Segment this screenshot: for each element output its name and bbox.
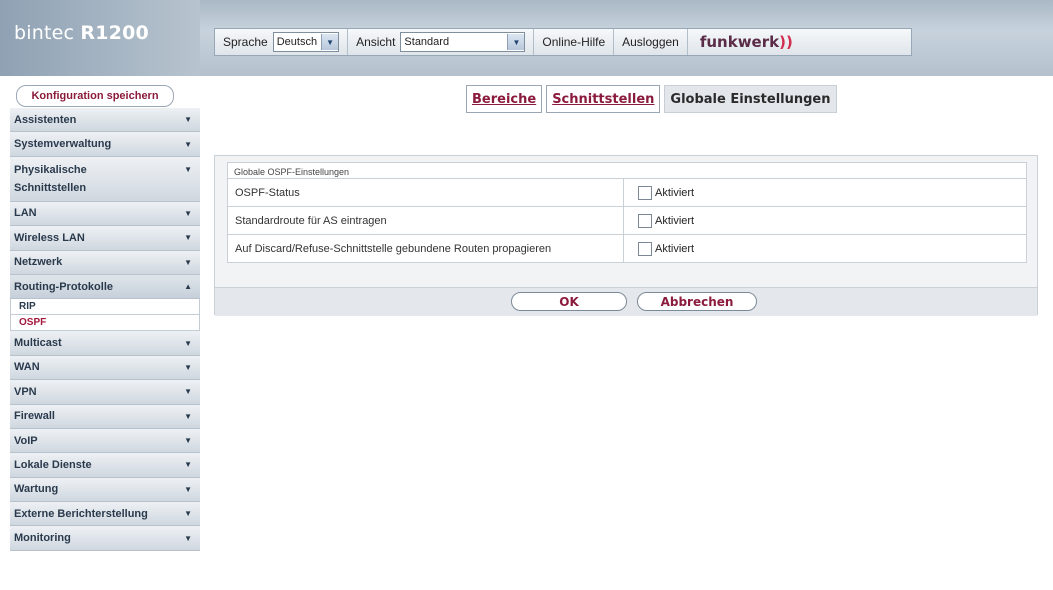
sidebar-item-wartung[interactable]: Wartung ▼ xyxy=(10,477,200,503)
checkbox-label: Aktiviert xyxy=(655,242,695,255)
tab-globale-einstellungen[interactable]: Globale Einstellungen xyxy=(664,85,837,113)
checkbox-label: Aktiviert xyxy=(655,214,695,227)
sidebar-item-monitoring[interactable]: Monitoring ▼ xyxy=(10,526,200,551)
sidebar-item-assistenten[interactable]: Assistenten ▼ xyxy=(10,108,200,133)
logo-waves-icon: )) xyxy=(779,33,793,51)
sidebar-item-label: Wireless LAN xyxy=(14,231,85,244)
sidebar-item-label: Systemverwaltung xyxy=(14,138,112,151)
caret-down-icon: ▼ xyxy=(184,257,192,267)
sidebar-item-label: Firewall xyxy=(14,410,55,423)
sidebar-item-label: Lokale Dienste xyxy=(14,458,92,471)
tab-bereiche[interactable]: Bereiche xyxy=(466,85,543,113)
caret-down-icon: ▼ xyxy=(184,208,192,218)
sidebar-item-label: Netzwerk xyxy=(14,256,63,269)
view-select-value: Standard xyxy=(404,36,450,48)
save-configuration-button[interactable]: Konfiguration speichern xyxy=(16,85,174,107)
header-bar: bintec R1200 Sprache Deutsch ▼ Ansicht S… xyxy=(0,0,1053,76)
settings-table: OSPF-Status Aktiviert Standardroute für … xyxy=(227,179,1027,263)
caret-up-icon: ▲ xyxy=(184,282,192,292)
sidebar-item-lan[interactable]: LAN ▼ xyxy=(10,201,200,227)
online-help-link[interactable]: Online-Hilfe xyxy=(534,29,615,55)
sidebar-item-netzwerk[interactable]: Netzwerk ▼ xyxy=(10,250,200,275)
view-select[interactable]: Standard ▼ xyxy=(400,32,526,52)
sidebar-item-wireless-lan[interactable]: Wireless LAN ▼ xyxy=(10,226,200,251)
view-selector: Ansicht Standard ▼ xyxy=(348,29,535,55)
row-label: Auf Discard/Refuse-Schnittstelle gebunde… xyxy=(228,235,624,262)
view-label: Ansicht xyxy=(356,35,396,49)
top-toolbar: Sprache Deutsch ▼ Ansicht Standard ▼ Onl… xyxy=(214,28,912,56)
sidebar-item-voip[interactable]: VoIP ▼ xyxy=(10,428,200,454)
propagate-routes-checkbox[interactable] xyxy=(638,241,652,256)
table-row: Auf Discard/Refuse-Schnittstelle gebunde… xyxy=(227,235,1027,263)
sidebar-item-systemverwaltung[interactable]: Systemverwaltung ▼ xyxy=(10,132,200,157)
sidebar-item-routing-protokolle[interactable]: Routing-Protokolle ▲ xyxy=(10,274,200,300)
sidebar-item-multicast[interactable]: Multicast ▼ xyxy=(10,331,200,356)
section-title: Globale OSPF-Einstellungen xyxy=(227,162,1027,179)
sidebar-item-label: LAN xyxy=(14,207,37,220)
sidebar-item-label: Monitoring xyxy=(14,532,71,545)
caret-down-icon: ▼ xyxy=(184,362,192,372)
table-row: OSPF-Status Aktiviert xyxy=(227,179,1027,207)
default-route-checkbox[interactable] xyxy=(638,213,652,228)
row-label: Standardroute für AS eintragen xyxy=(228,207,624,234)
logout-link[interactable]: Ausloggen xyxy=(614,29,688,55)
caret-down-icon: ▼ xyxy=(184,164,192,174)
caret-down-icon: ▼ xyxy=(184,115,192,125)
sidebar-item-label: Physikalische Schnittstellen xyxy=(14,163,87,194)
tab-bar: Bereiche Schnittstellen Globale Einstell… xyxy=(466,85,837,113)
brand-model: R1200 xyxy=(80,22,149,44)
sidebar-item-label: Routing-Protokolle xyxy=(14,280,113,293)
caret-down-icon: ▼ xyxy=(184,484,192,494)
caret-down-icon: ▼ xyxy=(184,509,192,519)
caret-down-icon: ▼ xyxy=(184,460,192,470)
form-footer: OK Abbrechen xyxy=(215,287,1037,316)
funkwerk-logo: funkwerk)) xyxy=(688,33,793,51)
sidebar-item-label: Assistenten xyxy=(14,113,77,126)
ospf-status-checkbox[interactable] xyxy=(638,185,652,200)
default-route-toggle[interactable]: Aktiviert xyxy=(624,207,694,234)
propagate-routes-toggle[interactable]: Aktiviert xyxy=(624,235,694,262)
tab-schnittstellen[interactable]: Schnittstellen xyxy=(546,85,661,113)
settings-panel: Globale OSPF-Einstellungen OSPF-Status A… xyxy=(214,155,1038,316)
sidebar-item-label: WAN xyxy=(14,361,40,374)
sidebar-subitem-rip[interactable]: RIP xyxy=(10,299,200,316)
caret-down-icon: ▼ xyxy=(184,139,192,149)
chevron-down-icon: ▼ xyxy=(321,34,339,50)
brand-prefix: bintec xyxy=(14,22,75,44)
language-selector: Sprache Deutsch ▼ xyxy=(215,29,349,55)
sidebar-item-label: VPN xyxy=(14,385,37,398)
sidebar-item-physikalische-schnittstellen[interactable]: Physikalische Schnittstellen ▼ xyxy=(10,156,200,202)
sidebar-item-label: VoIP xyxy=(14,434,38,447)
sidebar-item-label: Wartung xyxy=(14,483,59,496)
language-select[interactable]: Deutsch ▼ xyxy=(272,32,340,52)
cancel-button[interactable]: Abbrechen xyxy=(637,292,757,311)
caret-down-icon: ▼ xyxy=(184,233,192,243)
language-select-value: Deutsch xyxy=(276,36,318,48)
caret-down-icon: ▼ xyxy=(184,387,192,397)
sidebar: Konfiguration speichern Assistenten ▼ Sy… xyxy=(10,85,200,551)
ok-button[interactable]: OK xyxy=(511,292,627,311)
chevron-down-icon: ▼ xyxy=(507,34,525,50)
logo-text: funkwerk xyxy=(699,33,780,51)
caret-down-icon: ▼ xyxy=(184,436,192,446)
ospf-status-toggle[interactable]: Aktiviert xyxy=(624,179,694,206)
language-label: Sprache xyxy=(223,35,268,49)
caret-down-icon: ▼ xyxy=(184,533,192,543)
sidebar-item-vpn[interactable]: VPN ▼ xyxy=(10,380,200,405)
row-label: OSPF-Status xyxy=(228,179,624,206)
sidebar-item-label: Externe Berichterstellung xyxy=(14,507,148,520)
sidebar-item-wan[interactable]: WAN ▼ xyxy=(10,355,200,381)
table-row: Standardroute für AS eintragen Aktiviert xyxy=(227,207,1027,235)
caret-down-icon: ▼ xyxy=(184,338,192,348)
caret-down-icon: ▼ xyxy=(184,411,192,421)
sidebar-item-externe-berichterstellung[interactable]: Externe Berichterstellung ▼ xyxy=(10,502,200,527)
brand-area: bintec R1200 xyxy=(0,0,200,76)
brand-title: bintec R1200 xyxy=(14,22,149,44)
sidebar-subitem-ospf[interactable]: OSPF xyxy=(10,315,200,332)
sidebar-item-label: Multicast xyxy=(14,337,62,350)
sidebar-item-lokale-dienste[interactable]: Lokale Dienste ▼ xyxy=(10,453,200,478)
sidebar-item-firewall[interactable]: Firewall ▼ xyxy=(10,404,200,429)
checkbox-label: Aktiviert xyxy=(655,186,695,199)
